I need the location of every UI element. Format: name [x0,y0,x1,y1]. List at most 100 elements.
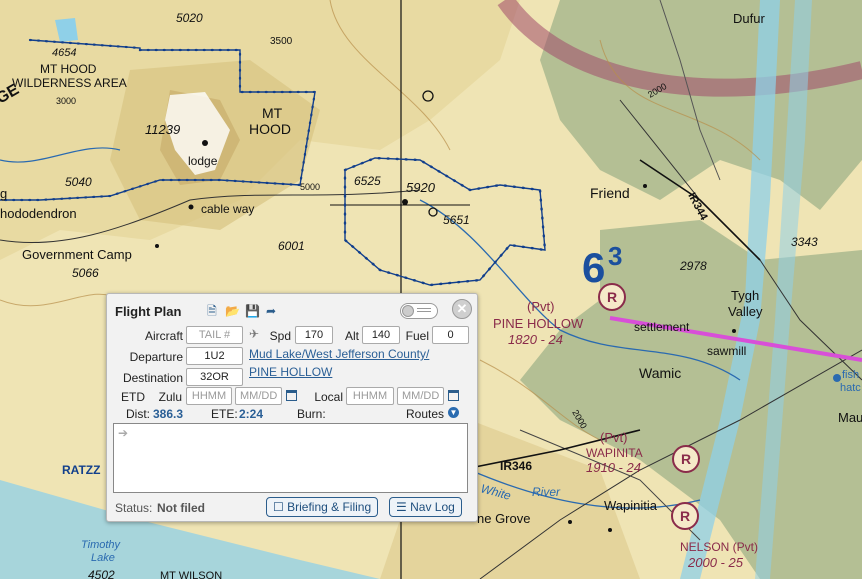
svg-text:R: R [680,508,690,524]
routes-dropdown-icon[interactable]: ▼ [448,407,459,418]
zulu-calendar-icon[interactable] [286,390,297,401]
map-label-elev-5920: 5920 [406,180,436,195]
map-label-wapinita-info: 1910 - 24 [586,460,641,475]
share-icon[interactable]: ➦ [264,304,278,318]
etd-label: ETD [121,390,145,404]
aircraft-input[interactable]: TAIL # [186,326,243,344]
briefing-filing-button[interactable]: ☐ Briefing & Filing [266,497,379,517]
map-label-elev-11239: 11239 [145,122,180,137]
map-label-elev-4654: 4654 [52,47,76,59]
map-label-elev-3343: 3343 [791,235,818,249]
destination-airport-link[interactable]: PINE HOLLOW [249,365,332,379]
status-value: Not filed [157,501,205,515]
list-icon: ☰ [396,500,407,514]
distance-value: 386.3 [153,407,184,421]
map-label-pvt-2: (Pvt) [600,430,627,445]
map-label-river: River [532,485,561,499]
speed-input[interactable]: 170 [295,326,333,344]
status-label: Status: [115,501,153,515]
map-label-fish-1: fish [842,369,859,381]
map-label-wilderness-2: WILDERNESS AREA [12,76,127,90]
map-label-tygh-2: Valley [728,304,763,319]
map-label-elev-5066: 5066 [72,266,99,280]
svg-text:R: R [681,451,691,467]
route-textarea[interactable]: ➔ [113,423,468,493]
aircraft-label: Aircraft [144,329,183,343]
nav-log-label: Nav Log [410,500,455,514]
panel-title: Flight Plan [115,304,182,319]
map-label-government-camp: Government Camp [22,247,132,262]
departure-airport-link[interactable]: Mud Lake/West Jefferson County/ [249,347,429,361]
close-button[interactable]: ✕ [452,299,472,319]
map-label-sawmill: sawmill [707,344,746,358]
map-label-cable-way: cable way [201,202,254,216]
map-label-contour-3000: 3000 [56,96,76,106]
map-label-sectional-6: 6 [582,244,605,291]
destination-label: Destination [122,371,183,385]
map-label-settlement: settlement [634,320,690,334]
map-label-elev-6525: 6525 [354,174,381,188]
ete-label: ETE: [211,407,238,421]
map-label-pine-grove: ne Grove [477,511,530,526]
map-label-contour-5000: 5000 [300,182,320,192]
map-label-contour-3500: 3500 [270,36,293,47]
map-label-rhododendron: hododendron [0,206,77,221]
map-label-wapinita: WAPINITA [586,446,643,460]
map-label-lodge: lodge [188,154,218,168]
destination-input[interactable]: 32OR [186,368,243,386]
map-label-sectional-3: 3 [608,241,622,271]
routes-label[interactable]: Routes [406,407,444,421]
briefing-icon: ☐ [273,500,284,514]
map-label-nelson-info: 2000 - 25 [687,555,744,570]
map-label-mt-hood-1: MT [262,105,283,121]
local-time-input[interactable]: HHMM [346,387,394,405]
map-label-pvt-1: (Pvt) [527,299,554,314]
zulu-date-input[interactable]: MM/DD [235,387,282,405]
local-date-input[interactable]: MM/DD [397,387,444,405]
airplane-icon: ✈ [248,327,260,341]
local-calendar-icon[interactable] [448,390,459,401]
map-label-ir346: IR346 [500,459,532,473]
open-folder-icon[interactable]: 📂 [225,304,240,318]
save-icon[interactable]: 💾 [245,304,260,318]
departure-label: Departure [129,350,183,364]
burn-label: Burn: [297,407,326,421]
local-label: Local [314,390,343,404]
new-document-icon[interactable]: 🗎 [205,304,219,318]
map-label-wapinitia: Wapinitia [604,498,658,513]
map-label-g: g [0,186,7,201]
fuel-input[interactable]: 0 [432,326,469,344]
map-label-pine-hollow-info: 1820 - 24 [508,332,563,347]
distance-label: Dist: [126,407,150,421]
svg-text:R: R [607,289,617,305]
zulu-time-input[interactable]: HHMM [186,387,232,405]
map-label-mt-wilson: MT WILSON [160,570,222,579]
nav-log-button[interactable]: ☰ Nav Log [389,497,462,517]
map-label-tygh-1: Tygh [731,288,759,303]
zulu-label: Zulu [158,390,182,404]
map-label-mt-hood-2: HOOD [249,121,291,137]
briefing-filing-label: Briefing & Filing [287,500,372,514]
map-label-ratzz: RATZZ [62,463,100,477]
map-label-fish-2: hatc [840,382,861,394]
map-label-elev-4502: 4502 [88,568,115,579]
map-label-timothy-2: Lake [91,552,115,564]
map-label-elev-2978: 2978 [679,259,707,273]
altitude-label: Alt [344,329,359,343]
panel-toggle[interactable] [400,303,438,319]
departure-input[interactable]: 1U2 [186,347,243,365]
map-label-wilderness: MT HOOD [40,62,97,76]
speed-label: Spd [269,329,291,343]
map-label-friend: Friend [590,185,630,201]
map-label-elev-5651: 5651 [443,213,470,227]
flight-plan-panel: Flight Plan 🗎 📂 💾 ➦ ✕ Aircraft TAIL # ✈ … [106,293,478,522]
altitude-input[interactable]: 140 [362,326,400,344]
map-label-wamic: Wamic [639,365,681,381]
map-label-pine-hollow: PINE HOLLOW [493,316,584,331]
map-label-nelson: NELSON (Pvt) [680,540,758,554]
map-label-elev-5020: 5020 [176,11,203,25]
map-label-elev-6001: 6001 [278,239,305,253]
route-arrow-icon: ➔ [118,426,129,440]
ete-value: 2:24 [239,407,264,421]
map-label-timothy-1: Timothy [81,539,122,551]
